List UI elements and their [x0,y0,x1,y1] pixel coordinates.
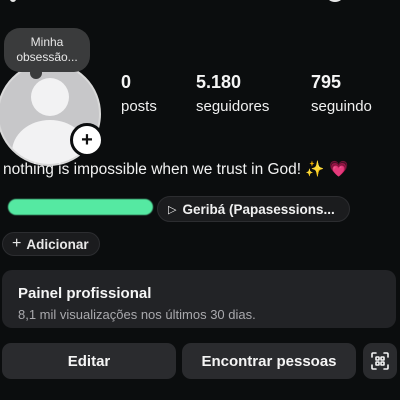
followers-count: 5.180 [196,72,242,92]
add-link-chip[interactable]: + Adicionar [2,232,100,256]
avatar-head-shape [31,78,69,116]
bio-text: nothing is impossible when we trust in G… [3,161,302,178]
top-bar-fragment [0,0,400,4]
edit-profile-button[interactable]: Editar [2,343,176,379]
qr-code-icon [371,352,389,370]
posts-count: 0 [121,72,132,92]
professional-dashboard-title: Painel profissional [18,285,152,302]
profile-note-text: Minha obsessão... [16,35,78,64]
heart-emoji: 💗 [329,161,349,178]
posts-label: posts [121,98,157,115]
find-people-button[interactable]: Encontrar pessoas [182,343,356,379]
profile-bio: nothing is impossible when we trust in G… [3,160,348,179]
stat-posts[interactable]: 0 posts [121,72,157,115]
find-people-label: Encontrar pessoas [201,352,337,370]
sparkles-emoji: ✨ [305,161,325,178]
music-chip-label: Geribá (Papasessions... [182,201,335,217]
professional-dashboard-subtitle: 8,1 mil visualizações nos últimos 30 dia… [18,307,256,322]
stat-following[interactable]: 795 seguindo [311,72,372,115]
qr-code-button[interactable] [363,343,397,379]
following-label: seguindo [311,98,372,115]
stat-followers[interactable]: 5.180 seguidores [196,72,269,115]
threads-icon[interactable] [325,0,345,2]
add-story-button[interactable]: + [70,123,104,157]
redacted-link[interactable] [8,199,153,215]
professional-dashboard[interactable]: Painel profissional 8,1 mil visualizaçõe… [2,270,396,328]
play-icon: ▷ [168,203,177,216]
add-chip-label: Adicionar [26,236,89,252]
profile-note[interactable]: Minha obsessão... [4,28,90,79]
plus-icon: + [12,235,22,252]
music-chip[interactable]: ▷ Geribá (Papasessions... [157,196,350,222]
followers-label: seguidores [196,98,270,115]
plus-icon: + [81,129,93,151]
cut-off-header-space [95,0,215,2]
edit-profile-label: Editar [67,352,111,370]
cut-off-header-text [10,0,16,2]
following-count: 795 [311,72,342,92]
